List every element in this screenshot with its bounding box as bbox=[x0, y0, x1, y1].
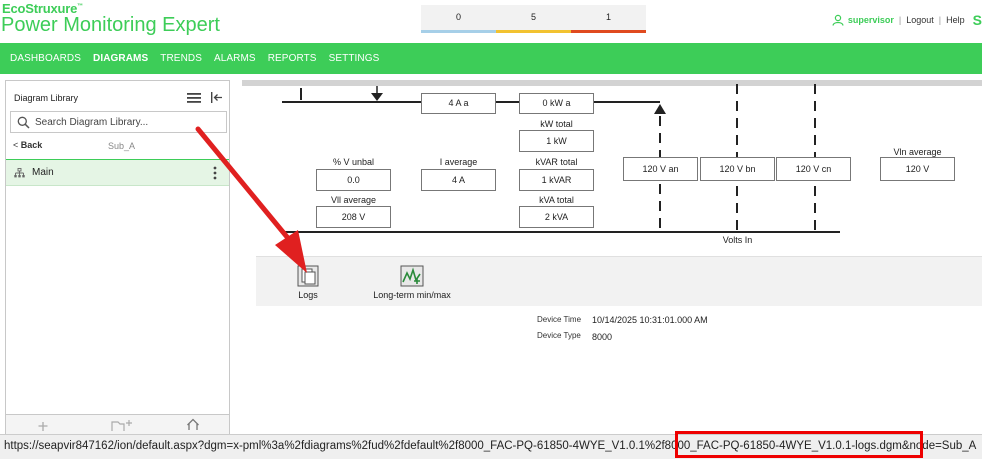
v-cn-value: 120 V cn bbox=[776, 157, 851, 181]
annotation-arrow bbox=[195, 126, 307, 273]
longterm-label: Long-term min/max bbox=[373, 290, 451, 300]
chevron-left-icon: < bbox=[13, 140, 21, 150]
collapse-panel-icon[interactable] bbox=[210, 91, 223, 104]
kw-phase-a-value: 0 kW a bbox=[519, 93, 594, 114]
schneider-logo: S bbox=[972, 12, 982, 28]
alarm-bar-info bbox=[421, 30, 496, 33]
trend-chart-icon bbox=[400, 265, 424, 287]
brand-product-name: Power Monitoring Expert bbox=[1, 14, 220, 36]
nav-dashboards[interactable]: DASHBOARDS bbox=[10, 53, 81, 64]
i-average-value: 4 A bbox=[421, 169, 496, 191]
user-area: supervisor | Logout | Help S bbox=[832, 12, 982, 28]
alarm-bar-critical bbox=[571, 30, 646, 33]
alarm-counter-warning[interactable]: 5 bbox=[496, 5, 571, 33]
kw-total-label: kW total bbox=[540, 119, 573, 129]
logout-link[interactable]: Logout bbox=[906, 15, 934, 25]
vln-average-label: Vln average bbox=[893, 147, 942, 157]
header: EcoStruxure™ Power Monitoring Expert 0 5… bbox=[0, 0, 982, 43]
device-type-value: 8000 bbox=[592, 332, 613, 342]
v-an-value: 120 V an bbox=[623, 157, 698, 181]
current-phase-a-value: 4 A a bbox=[421, 93, 496, 114]
nav-diagrams[interactable]: DIAGRAMS bbox=[93, 53, 148, 64]
device-time-label: Device Time bbox=[537, 315, 582, 324]
alarm-count: 1 bbox=[605, 12, 611, 22]
alarm-count: 5 bbox=[530, 12, 536, 22]
alarm-counter-info[interactable]: 0 bbox=[421, 5, 496, 33]
kva-total-label: kVA total bbox=[539, 195, 574, 205]
diagram-wiring bbox=[282, 84, 840, 233]
nav-trends[interactable]: TRENDS bbox=[160, 53, 202, 64]
i-average-label: I average bbox=[439, 157, 478, 167]
alarm-counter-critical[interactable]: 1 bbox=[571, 5, 646, 33]
hierarchy-icon bbox=[14, 168, 25, 178]
user-icon bbox=[832, 14, 844, 26]
kvar-total-value: 1 kVAR bbox=[519, 169, 594, 191]
alarm-bar-warning bbox=[496, 30, 571, 33]
vln-average-value: 120 V bbox=[880, 157, 955, 181]
back-button[interactable]: < Back bbox=[13, 140, 42, 150]
alarm-count: 0 bbox=[455, 12, 461, 22]
breadcrumb: Sub_A bbox=[108, 141, 136, 151]
nav-settings[interactable]: SETTINGS bbox=[329, 53, 380, 64]
add-icon[interactable] bbox=[36, 421, 50, 431]
help-link[interactable]: Help bbox=[946, 15, 965, 25]
longterm-minmax-link[interactable]: Long-term min/max bbox=[362, 265, 462, 300]
user-name[interactable]: supervisor bbox=[848, 15, 894, 25]
device-type-label: Device Type bbox=[537, 331, 581, 340]
search-icon bbox=[17, 116, 30, 129]
kvar-total-label: kVAR total bbox=[535, 157, 578, 167]
main-nav: DASHBOARDS DIAGRAMS TRENDS ALARMS REPORT… bbox=[0, 43, 982, 74]
kw-total-value: 1 kW bbox=[519, 130, 594, 152]
nav-reports[interactable]: REPORTS bbox=[268, 53, 317, 64]
volts-in-label: Volts In bbox=[722, 235, 753, 245]
app-window: EcoStruxure™ Power Monitoring Expert 0 5… bbox=[0, 0, 982, 459]
home-icon[interactable] bbox=[186, 418, 200, 430]
v-bn-value: 120 V bn bbox=[700, 157, 775, 181]
logs-label: Logs bbox=[298, 290, 318, 300]
nav-alarms[interactable]: ALARMS bbox=[214, 53, 256, 64]
annotation-highlight-box bbox=[675, 431, 923, 458]
library-title: Diagram Library bbox=[14, 93, 79, 103]
device-time-value: 10/14/2025 10:31:01.000 AM bbox=[592, 315, 708, 325]
kva-total-value: 2 kVA bbox=[519, 206, 594, 228]
hamburger-menu-icon[interactable] bbox=[186, 92, 202, 104]
add-folder-icon[interactable] bbox=[110, 419, 134, 431]
library-item-label: Main bbox=[32, 167, 54, 178]
